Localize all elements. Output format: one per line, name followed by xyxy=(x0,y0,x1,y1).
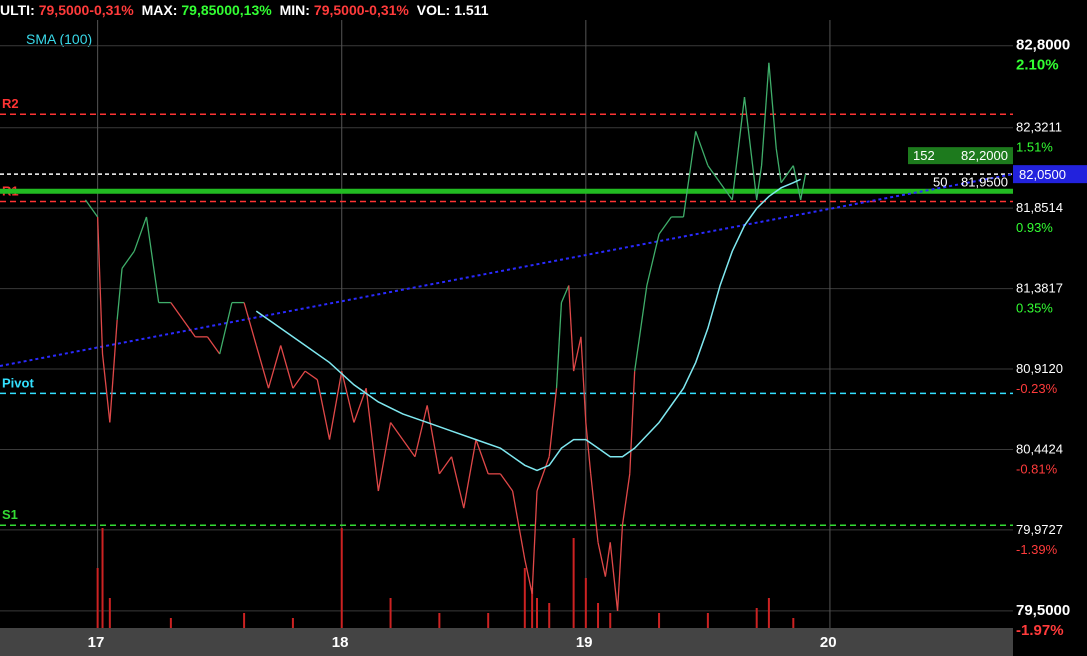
y-tick-label: 81,3817 xyxy=(1016,281,1063,296)
price-segment xyxy=(109,319,118,423)
price-segment xyxy=(145,216,160,303)
price-segment xyxy=(634,285,648,372)
y-tick-label: 81,8514 xyxy=(1016,200,1063,215)
price-segment xyxy=(531,490,538,594)
x-tick-label: 20 xyxy=(820,634,837,651)
price-segment xyxy=(629,371,636,474)
price-segment xyxy=(426,405,441,474)
bid-qty: 50 xyxy=(933,174,947,189)
price-segment xyxy=(328,370,343,440)
x-tick-label: 18 xyxy=(332,634,349,651)
ask-price: 82,2000 xyxy=(961,148,1008,163)
sma-line xyxy=(255,178,801,472)
price-segment xyxy=(580,336,587,423)
bid-price: 81,9500 xyxy=(961,174,1008,189)
price-segment xyxy=(206,336,221,355)
price-segment xyxy=(609,542,619,611)
price-segment xyxy=(658,216,672,235)
y-tick-pct: -0.81% xyxy=(1016,461,1058,476)
price-segment xyxy=(524,559,533,594)
price-segment xyxy=(377,422,392,492)
y-tick-pct: -1.97% xyxy=(1016,622,1064,639)
price-segment xyxy=(304,370,318,381)
price-segment xyxy=(590,473,599,543)
y-tick-label: 79,9727 xyxy=(1016,522,1063,537)
price-segment xyxy=(219,302,233,355)
y-tick-pct: 1.51% xyxy=(1016,140,1053,155)
price-segment xyxy=(597,542,606,577)
price-segment xyxy=(133,216,148,252)
price-segment xyxy=(248,319,257,346)
price-segment xyxy=(548,388,558,457)
price-segment xyxy=(756,165,763,200)
level-label-r2: R2 xyxy=(2,96,19,111)
y-tick-pct: -1.39% xyxy=(1016,542,1058,557)
price-segment xyxy=(799,174,807,200)
price-segment xyxy=(621,473,631,526)
price-chart[interactable]: R2R1PivotS182,80002.10%82,32111.51%81,85… xyxy=(0,0,1087,656)
y-tick-pct: 0.35% xyxy=(1016,301,1053,316)
price-segment xyxy=(170,302,184,321)
y-tick-pct: 0.93% xyxy=(1016,220,1053,235)
price-segment xyxy=(96,216,104,354)
price-segment xyxy=(438,456,453,475)
price-segment xyxy=(585,422,592,474)
price-segment xyxy=(402,439,416,458)
ask-qty: 152 xyxy=(913,148,935,163)
trend-line xyxy=(0,173,1014,367)
price-segment xyxy=(560,285,570,303)
price-segment xyxy=(182,319,196,338)
price-segment xyxy=(731,96,746,200)
price-segment xyxy=(768,62,777,149)
price-segment xyxy=(116,268,123,320)
price-segment xyxy=(365,388,379,492)
price-segment xyxy=(255,345,270,389)
price-segment xyxy=(646,233,660,286)
price-segment xyxy=(390,422,404,440)
price-segment xyxy=(555,302,563,389)
x-axis-bar xyxy=(0,628,1013,656)
y-tick-pct: -0.23% xyxy=(1016,381,1058,396)
price-segment xyxy=(267,345,282,389)
y-tick-label: 80,9120 xyxy=(1016,361,1063,376)
price-segment xyxy=(121,250,135,269)
price-segment xyxy=(292,370,306,389)
level-label-s1: S1 xyxy=(2,507,18,522)
level-label-pivot: Pivot xyxy=(2,375,34,390)
price-segment xyxy=(616,525,624,611)
price-segment xyxy=(604,542,611,577)
x-tick-label: 19 xyxy=(576,634,593,651)
price-segment xyxy=(499,473,514,492)
price-segment xyxy=(568,285,575,372)
price-segment xyxy=(743,96,758,200)
price-segment xyxy=(572,336,582,372)
price-segment xyxy=(243,302,250,320)
y-tick-label: 82,8000 xyxy=(1016,37,1070,54)
x-tick-label: 17 xyxy=(88,634,105,651)
y-tick-pct: 2.10% xyxy=(1016,57,1059,74)
price-segment xyxy=(775,148,782,183)
y-tick-label: 82,3211 xyxy=(1016,120,1062,135)
price-segment xyxy=(695,131,709,166)
price-segment xyxy=(536,456,550,492)
y-tick-label: 79,5000 xyxy=(1016,602,1070,619)
price-segment xyxy=(475,439,489,475)
price-segment xyxy=(101,353,111,423)
price-segment xyxy=(280,345,294,389)
current-price-label: 82,0500 xyxy=(1019,167,1066,182)
price-segment xyxy=(450,456,465,509)
price-segment xyxy=(316,379,331,440)
y-tick-label: 80,4424 xyxy=(1016,441,1063,456)
